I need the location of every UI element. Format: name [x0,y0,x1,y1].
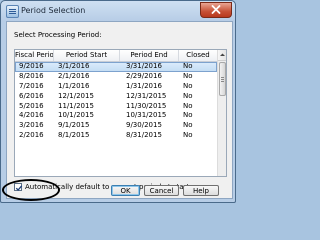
app-icon [6,5,19,18]
grip-icon [221,77,224,78]
cell-fiscal-period: 6/2016 [19,91,44,100]
cell-period-start: 2/1/2016 [58,71,90,80]
cell-period-start: 12/1/2015 [58,91,94,100]
close-button[interactable] [200,2,232,18]
cell-period-end: 2/29/2016 [126,71,162,80]
period-selection-window: Period Selection Select Processing Perio… [0,0,236,203]
cell-closed: No [183,131,193,140]
list-header: Fiscal Perio Period Start Period End Clo… [15,50,217,62]
table-row[interactable]: 6/2016 12/1/2015 12/31/2015 No [15,92,217,102]
table-row[interactable]: 2/2016 8/1/2015 8/31/2015 No [15,131,217,141]
column-header-period-end[interactable]: Period End [120,50,179,61]
cell-period-end: 10/31/2015 [126,111,167,120]
cell-period-start: 3/1/2016 [58,62,90,70]
cell-period-start: 11/1/2015 [58,101,94,110]
scroll-up-button[interactable] [218,50,226,61]
cell-period-start: 1/1/2016 [58,81,90,90]
ok-button[interactable]: OK [111,185,140,196]
cell-closed: No [183,101,193,110]
table-row[interactable]: 9/2016 3/1/2016 3/31/2016 No [15,62,217,72]
cell-period-end: 3/31/2016 [126,62,162,70]
cell-period-end: 8/31/2015 [126,131,162,140]
cell-period-end: 1/31/2016 [126,81,162,90]
cell-period-end: 11/30/2015 [126,101,167,110]
table-row[interactable]: 8/2016 2/1/2016 2/29/2016 No [15,72,217,82]
cell-period-end: 12/31/2015 [126,91,167,100]
cell-fiscal-period: 9/2016 [19,62,44,70]
period-list[interactable]: Fiscal Perio Period Start Period End Clo… [14,49,227,177]
title-bar[interactable]: Period Selection [1,1,235,21]
cell-fiscal-period: 2/2016 [19,131,44,140]
cell-closed: No [183,91,193,100]
scroll-up-arrow-icon [220,53,225,56]
scrollbar-thumb[interactable] [219,62,226,96]
cell-fiscal-period: 3/2016 [19,121,44,130]
cell-closed: No [183,62,193,70]
table-row[interactable]: 3/2016 9/1/2015 9/30/2015 No [15,121,217,131]
cell-fiscal-period: 5/2016 [19,101,44,110]
cell-closed: No [183,121,193,130]
column-header-fiscal-period[interactable]: Fiscal Perio [15,50,54,61]
column-header-closed[interactable]: Closed [179,50,217,61]
cell-closed: No [183,111,193,120]
cell-fiscal-period: 7/2016 [19,81,44,90]
help-button[interactable]: Help [183,185,219,196]
vertical-scrollbar[interactable] [217,50,226,176]
window-title: Period Selection [21,6,86,15]
cell-period-end: 9/30/2015 [126,121,162,130]
cell-closed: No [183,71,193,80]
column-header-period-start[interactable]: Period Start [54,50,120,61]
highlight-ellipse [2,179,60,201]
cell-closed: No [183,81,193,90]
cell-fiscal-period: 8/2016 [19,71,44,80]
table-row[interactable]: 5/2016 11/1/2015 11/30/2015 No [15,102,217,112]
table-row[interactable]: 4/2016 10/1/2015 10/31/2015 No [15,111,217,121]
cell-fiscal-period: 4/2016 [19,111,44,120]
close-x-icon [211,5,221,14]
cancel-button[interactable]: Cancel [144,185,179,196]
cell-period-start: 9/1/2015 [58,121,90,130]
select-period-prompt: Select Processing Period: [14,31,102,39]
cell-period-start: 10/1/2015 [58,111,94,120]
cell-period-start: 8/1/2015 [58,131,90,140]
table-row[interactable]: 7/2016 1/1/2016 1/31/2016 No [15,82,217,92]
list-rows: 9/2016 3/1/2016 3/31/2016 No 8/2016 2/1/… [15,62,217,141]
dialog-body: Select Processing Period: Fiscal Perio P… [6,21,233,199]
